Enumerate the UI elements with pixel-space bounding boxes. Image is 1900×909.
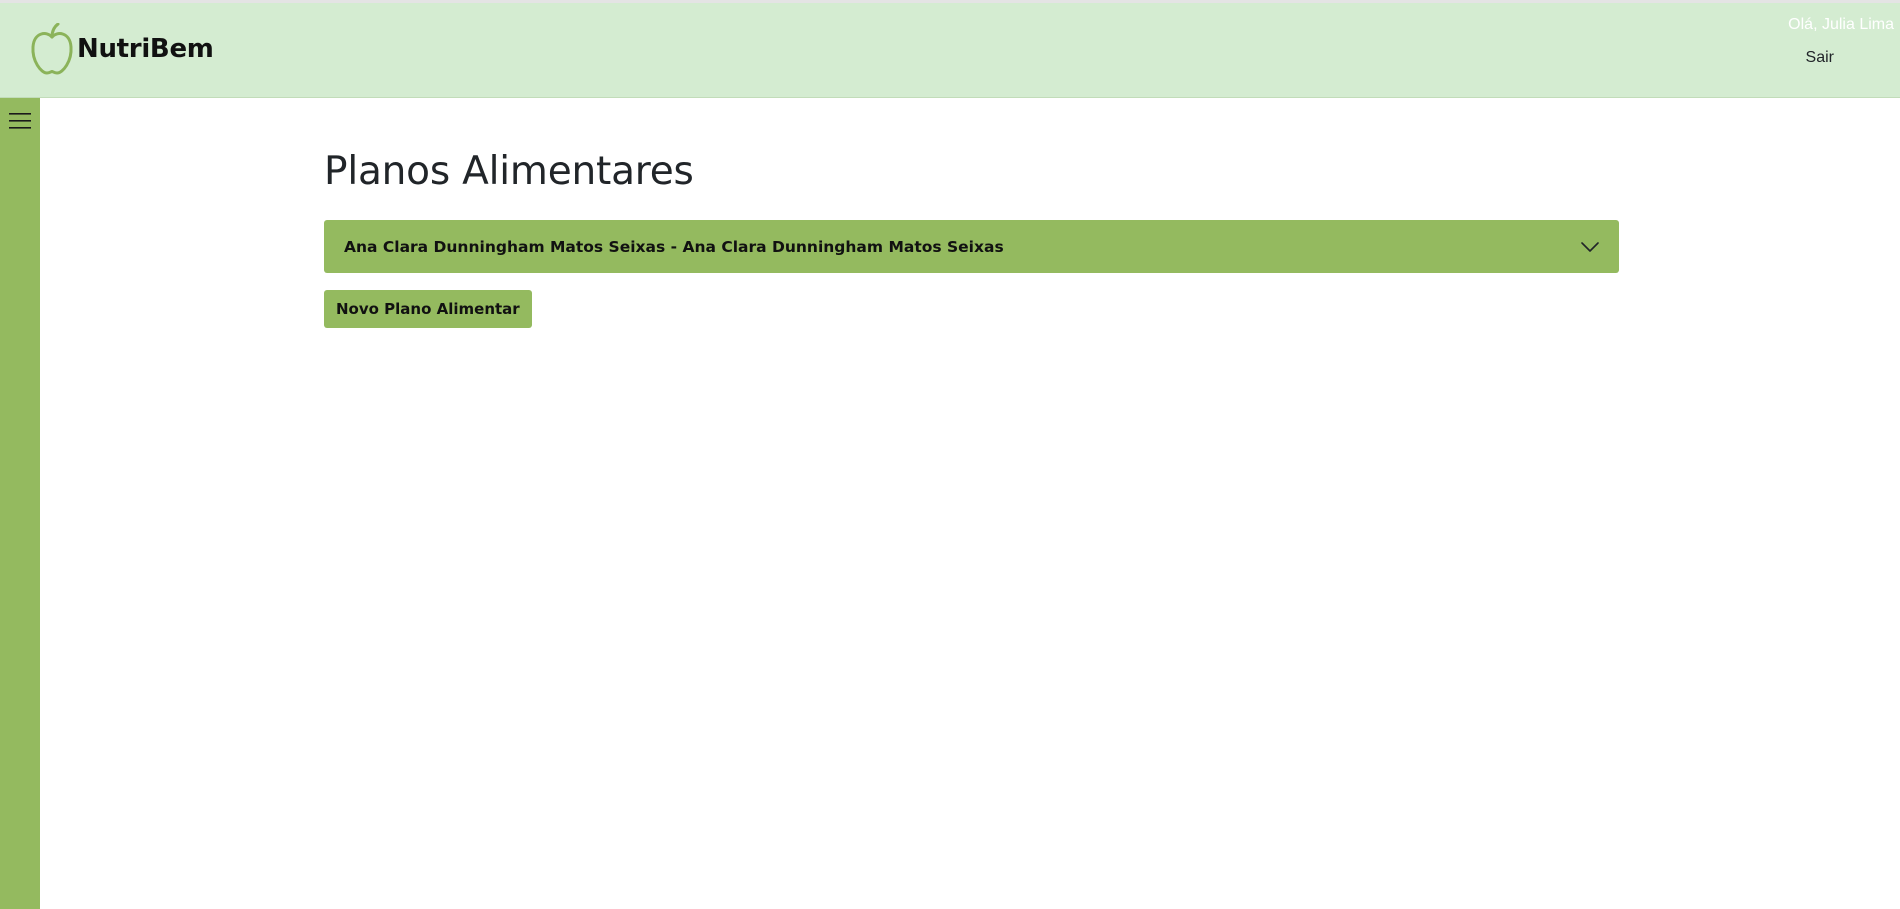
apple-logo-icon [31, 23, 73, 75]
user-greeting: Olá, Julia Lima [1788, 16, 1894, 33]
brand-logo[interactable]: NutriBem [30, 23, 214, 75]
chevron-down-icon [1581, 241, 1599, 252]
logout-link[interactable]: Sair [1806, 49, 1834, 67]
hamburger-menu-icon[interactable] [9, 112, 31, 130]
new-meal-plan-button[interactable]: Novo Plano Alimentar [324, 290, 532, 328]
top-header: NutriBem Olá, Julia Lima Sair [0, 0, 1900, 98]
meal-plan-accordion-item[interactable]: Ana Clara Dunningham Matos Seixas - Ana … [324, 220, 1619, 273]
main-content: Planos Alimentares Ana Clara Dunningham … [324, 145, 1619, 328]
brand-name: NutriBem [77, 34, 214, 64]
page-title: Planos Alimentares [324, 149, 694, 194]
meal-plan-title: Ana Clara Dunningham Matos Seixas - Ana … [344, 237, 1004, 256]
sidebar [0, 98, 40, 909]
